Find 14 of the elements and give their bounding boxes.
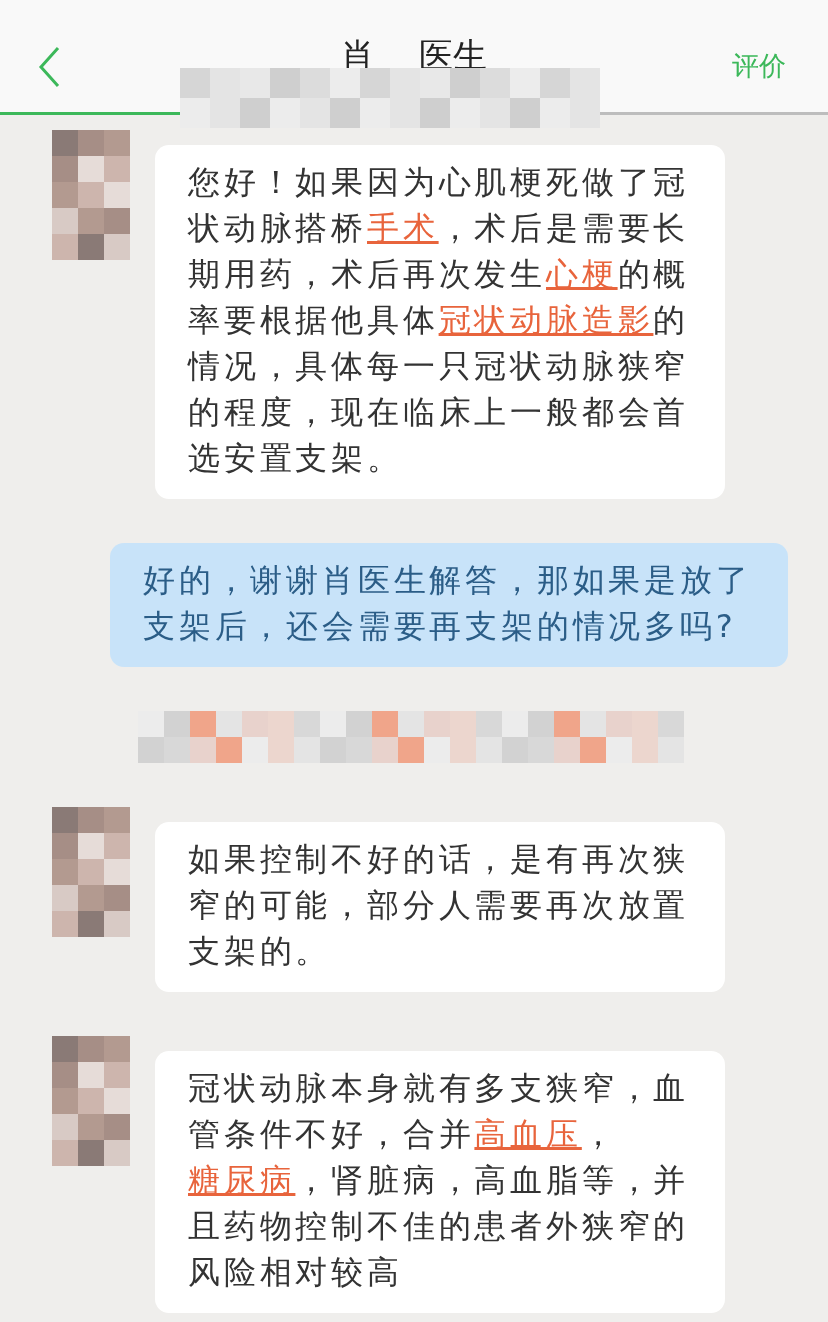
avatar[interactable]: [52, 1036, 130, 1166]
term-link[interactable]: 心梗: [546, 255, 618, 293]
message-text: 冠状动脉本身就有多支狭窄，血管条件不好，合并高血压， 糖尿病，肾脏病，高血脂等，并且药物控制不佳的患者外狭窄的风险相对较高: [188, 1068, 691, 1293]
message-text: 您好！如果因为心肌梗死做了冠状动脉搭桥手术，术后是需要长期用药，术后再次发生心梗 的概率要根据他具体冠状动脉造影的情况，具体每一只冠状动脉狭窄的程度，现在临床上一般都会首选安置支架。: [188, 162, 691, 479]
term-link[interactable]: 高血压: [474, 1115, 582, 1153]
back-icon[interactable]: [38, 46, 60, 88]
avatar[interactable]: [52, 807, 130, 937]
term-link[interactable]: 手术: [367, 209, 439, 247]
message-text: 好的，谢谢肖医生解答，那如果是放了支架后，还会需要再支架的情况多吗?: [143, 560, 753, 647]
message-text: 如果控制不好的话，是有再次狭窄的可能，部分人需要再次放置支架的。: [188, 839, 691, 972]
term-link[interactable]: 糖尿病: [188, 1161, 296, 1199]
rate-link[interactable]: 评价: [732, 48, 786, 84]
avatar[interactable]: [52, 130, 130, 260]
term-link[interactable]: 冠状动脉造影: [438, 301, 654, 339]
